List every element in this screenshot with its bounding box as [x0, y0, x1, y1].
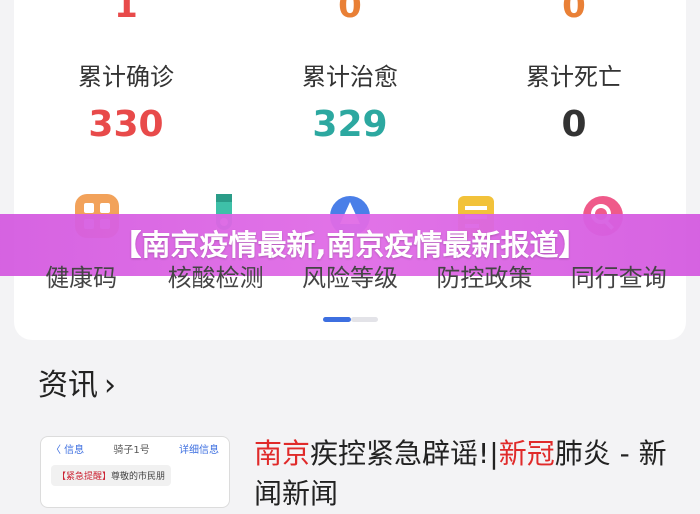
new-dead-value: 0: [562, 0, 586, 26]
page-dot-active: [323, 317, 351, 322]
page-indicator: [323, 317, 378, 323]
service-policy[interactable]: 防控政策: [422, 262, 547, 294]
confirmed-label: 累计确诊: [78, 63, 174, 91]
news-section-header[interactable]: 资讯 ›: [38, 366, 116, 406]
news-title-line-2: 闻新闻: [254, 477, 339, 510]
new-recovered-value: 0: [338, 0, 362, 26]
service-health-code[interactable]: 健康码: [19, 262, 144, 294]
page-dot-inactive: [351, 317, 378, 322]
new-confirmed-value: 1: [114, 0, 138, 26]
new-stats-row: 1 0 0: [14, 0, 686, 26]
dead-label: 累计死亡: [526, 63, 622, 91]
confirmed-value: 330: [88, 104, 164, 145]
news-section-title: 资讯: [38, 368, 98, 403]
chevron-right-icon: ›: [104, 368, 116, 403]
service-nucleic-test[interactable]: 核酸检测: [153, 262, 278, 294]
recovered-value: 329: [312, 104, 388, 145]
stat-labels-row: 累计确诊 累计治愈 累计死亡: [14, 60, 686, 94]
thumbnail-text: 尊敬的市民朋: [111, 472, 166, 482]
stat-values-row: 330 329 0: [14, 102, 686, 148]
service-labels-row: 健康码 核酸检测 风险等级 防控政策 同行查询: [14, 262, 686, 294]
service-companion-search[interactable]: 同行查询: [556, 262, 681, 294]
news-item-title[interactable]: 南京疾控紧急辟谣!|新冠肺炎 - 新闻新闻: [254, 434, 674, 514]
thumbnail-back: 〈 信息: [51, 444, 85, 456]
news-title-highlight-1: 南京: [254, 437, 311, 470]
dead-value: 0: [561, 104, 587, 145]
news-title-text-2: 肺炎 - 新: [554, 437, 667, 470]
service-risk-level[interactable]: 风险等级: [287, 262, 412, 294]
thumbnail-message: 【紧急提醒】尊敬的市民朋: [51, 465, 172, 486]
thumbnail-tag: 【紧急提醒】: [57, 472, 112, 482]
recovered-label: 累计治愈: [302, 63, 398, 91]
news-title-highlight-2: 新冠: [498, 437, 555, 470]
news-thumbnail[interactable]: 〈 信息 骑子1号 详细信息 【紧急提醒】尊敬的市民朋: [40, 436, 230, 508]
thumbnail-contact: 骑子1号: [113, 444, 150, 456]
news-title-text-1: 疾控紧急辟谣!|: [310, 437, 499, 470]
thumbnail-detail: 详细信息: [179, 444, 219, 456]
thumbnail-header: 〈 信息 骑子1号 详细信息: [41, 437, 229, 459]
